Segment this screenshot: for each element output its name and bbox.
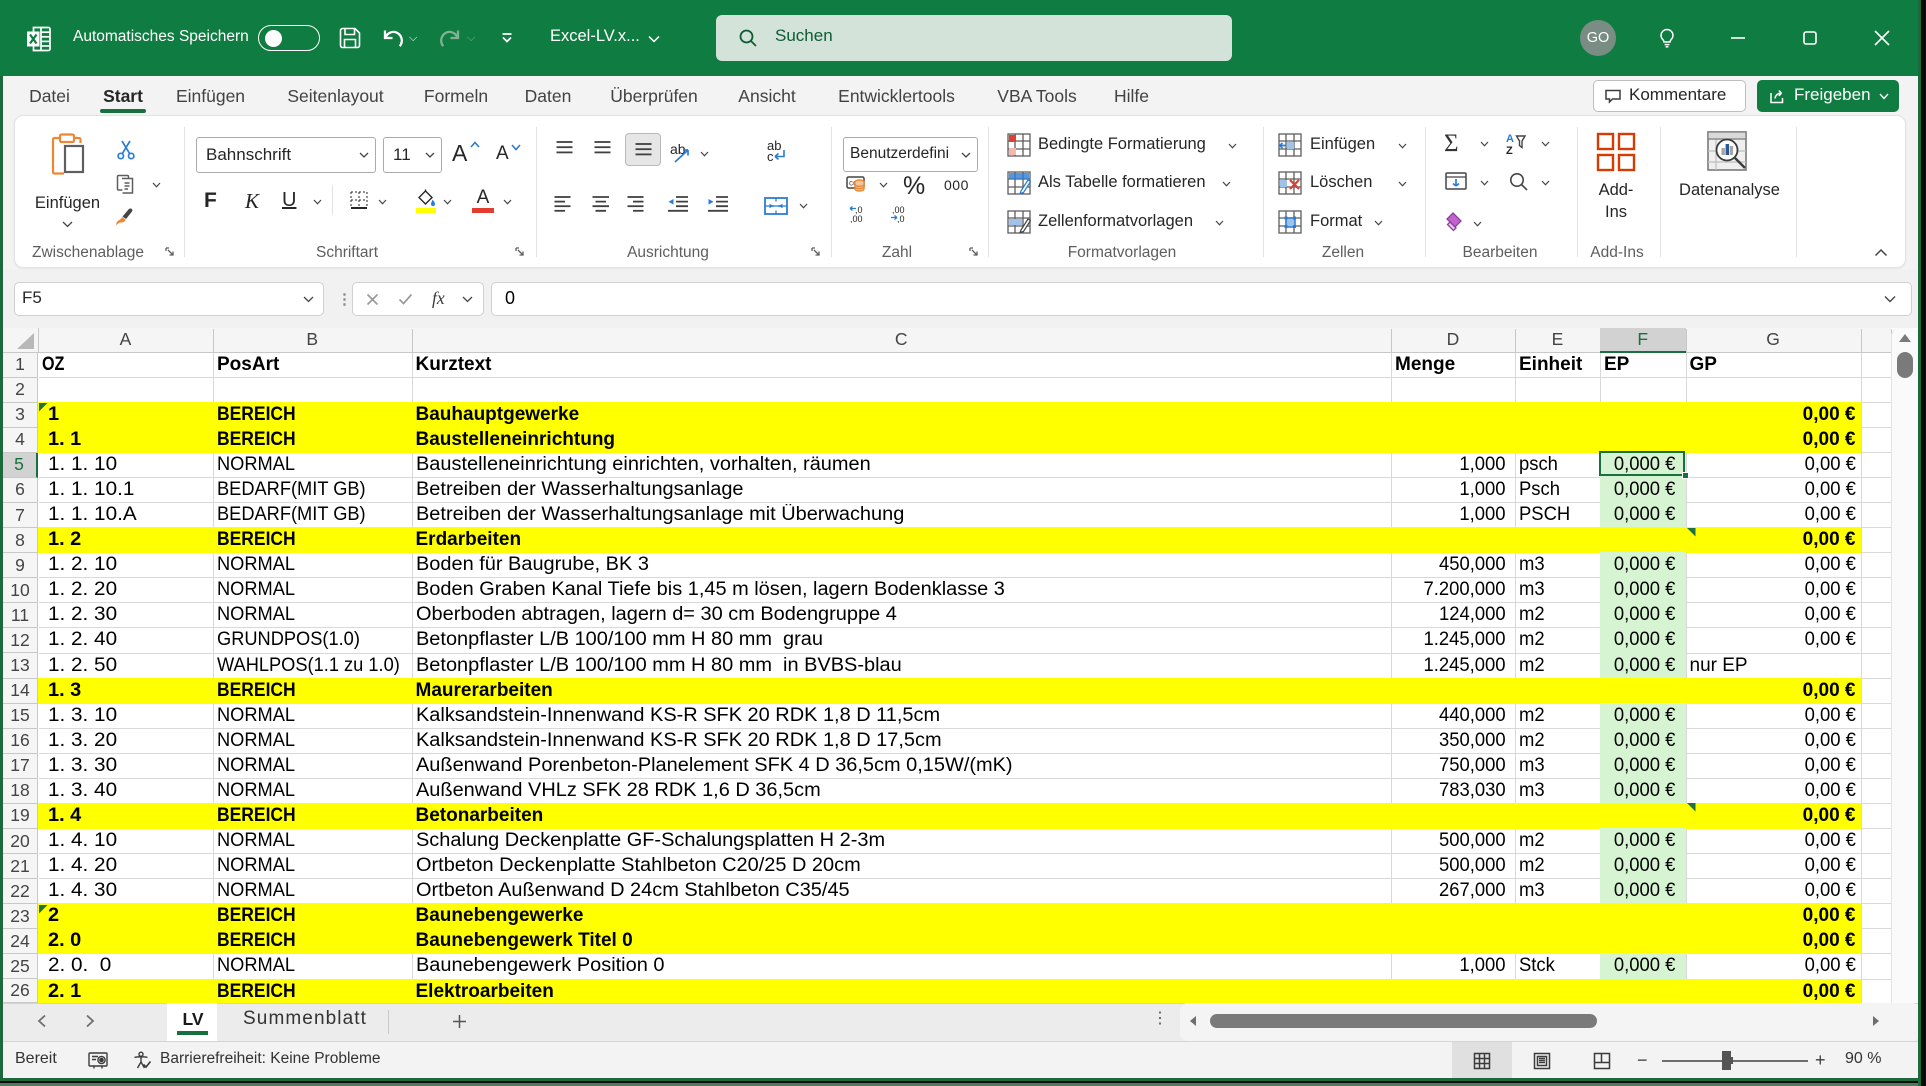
svg-text:c: c bbox=[767, 149, 774, 163]
svg-text:A: A bbox=[1506, 133, 1514, 145]
svg-text:,0: ,0 bbox=[897, 214, 905, 223]
svg-text:,00: ,00 bbox=[850, 214, 863, 223]
svg-text:Z: Z bbox=[1506, 145, 1513, 156]
